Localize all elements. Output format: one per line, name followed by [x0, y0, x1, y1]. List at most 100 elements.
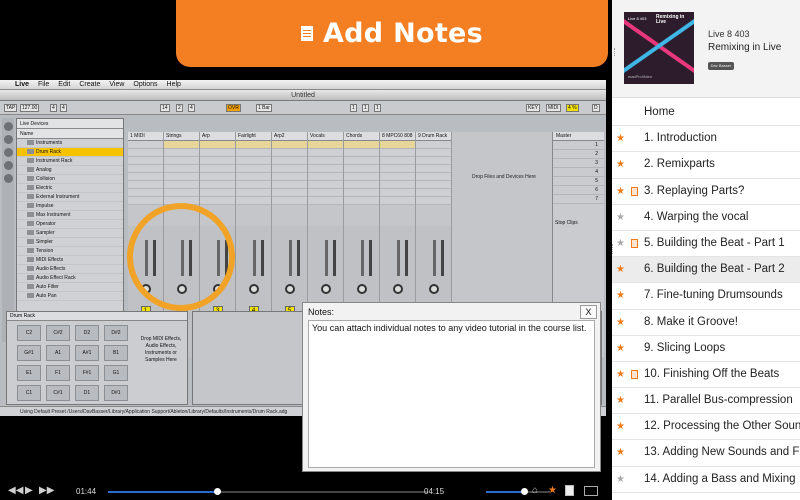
list-resize-handle[interactable] — [612, 244, 615, 254]
clip-slot — [416, 157, 451, 165]
folder-icon — [27, 230, 34, 236]
lesson-item[interactable]: ★ 9. Slicing Loops — [612, 336, 800, 362]
clip-slot — [308, 173, 343, 181]
lesson-item[interactable]: ★ 2. Remixparts — [612, 152, 800, 179]
quantize-field: 1 Bar — [256, 104, 272, 112]
browser-item-label: Tension — [36, 248, 54, 254]
folder-icon — [27, 248, 34, 254]
banner-title: Add Notes — [322, 18, 484, 49]
level-meter — [440, 240, 444, 276]
clip-slot — [308, 141, 343, 149]
resize-handle[interactable] — [614, 48, 617, 56]
browser-item: Audio Effects — [17, 265, 123, 274]
note-icon[interactable] — [631, 186, 638, 196]
clip-slot — [416, 149, 451, 157]
drum-rack-device: Drum Rack C2 C#2 D2 D#2 G#1 A1 A#1 B1 E1 F1 F#1 G1 C… — [6, 311, 188, 405]
note-icon[interactable] — [631, 238, 638, 248]
notes-close-button[interactable]: X — [580, 305, 597, 319]
lesson-item[interactable]: ★ 14. Adding a Bass and Mixing — [612, 467, 800, 493]
lesson-item[interactable]: ★ 12. Processing the Other Sounds — [612, 414, 800, 441]
star-icon[interactable]: ★ — [616, 343, 625, 354]
star-icon[interactable]: ★ — [616, 159, 625, 170]
volume-slider[interactable] — [486, 491, 550, 493]
lesson-item[interactable]: ★ 5. Building the Beat - Part 1 — [612, 231, 800, 258]
star-icon[interactable]: ★ — [616, 474, 625, 485]
seek-bar[interactable] — [108, 491, 428, 493]
clip-slot — [344, 149, 379, 157]
lesson-label: 3. Replaying Parts? — [644, 184, 745, 197]
loop-bar: 1 — [350, 104, 357, 112]
fullscreen-icon[interactable] — [584, 486, 598, 496]
sig-num: 4 — [50, 104, 57, 112]
midi-button: MIDI — [546, 104, 561, 112]
lesson-item[interactable]: ★ 13. Adding New Sounds and FX — [612, 440, 800, 467]
clip-slot — [164, 181, 199, 189]
clip-slot — [200, 157, 235, 165]
volume-knob[interactable] — [521, 488, 529, 495]
star-icon[interactable]: ★ — [616, 290, 625, 301]
scene-slot: 4 — [553, 168, 604, 177]
browser-item-label: Analog — [36, 167, 52, 173]
fast-forward-icon[interactable]: ▶▶ — [39, 486, 54, 496]
menu-edit: Edit — [58, 81, 71, 88]
drum-pad: C1 — [17, 385, 41, 401]
notes-label: Notes: — [308, 307, 335, 317]
star-icon[interactable]: ★ — [616, 264, 625, 275]
rewind-icon[interactable]: ◀◀ — [8, 486, 23, 496]
star-icon[interactable]: ★ — [616, 317, 625, 328]
drum-rack-drop-zone: Drop MIDI Effects, Audio Effects, Instru… — [140, 336, 182, 363]
volume-fader — [324, 240, 328, 276]
folder-icon — [27, 185, 34, 191]
track-header: Strings — [164, 132, 199, 141]
star-icon[interactable]: ★ — [616, 212, 625, 223]
play-icon[interactable]: ▶ — [25, 486, 33, 496]
notes-textarea[interactable]: You can attach individual notes to any v… — [308, 320, 595, 468]
lesson-item[interactable]: ★ 4. Warping the vocal — [612, 205, 800, 231]
star-icon[interactable]: ★ — [616, 238, 625, 249]
lesson-label: 7. Fine-tuning Drumsounds — [644, 289, 783, 302]
lesson-label: 2. Remixparts — [644, 158, 715, 171]
star-icon[interactable]: ★ — [616, 369, 625, 380]
clip-slot — [344, 189, 379, 197]
lesson-item[interactable]: ★ 7. Fine-tuning Drumsounds — [612, 283, 800, 310]
browser-item: Max Instrument — [17, 211, 123, 220]
clip-slot — [308, 157, 343, 165]
browser-item: Analog — [17, 166, 123, 175]
lesson-label: 4. Warping the vocal — [644, 210, 749, 223]
star-icon[interactable]: ★ — [616, 447, 625, 458]
lesson-item[interactable]: ★ 3. Replaying Parts? — [612, 179, 800, 205]
note-icon[interactable] — [565, 485, 574, 496]
scene-slot: 6 — [553, 186, 604, 195]
star-icon[interactable]: ★ — [616, 133, 625, 144]
course-panel: Live 8 403 Remixing in Live macProVideo … — [612, 0, 800, 500]
browser-item-label: Electric — [36, 185, 53, 191]
star-icon[interactable]: ★ — [548, 486, 557, 496]
browser-item: Instruments — [17, 139, 123, 148]
star-icon[interactable]: ★ — [616, 186, 625, 197]
clip-slot — [164, 157, 199, 165]
seek-knob[interactable] — [213, 488, 221, 495]
lesson-item[interactable]: ★ 6. Building the Beat - Part 2 — [612, 257, 800, 284]
volume-fader — [288, 240, 292, 276]
star-icon[interactable]: ★ — [616, 421, 625, 432]
lesson-item[interactable]: ★ 11. Parallel Bus-compression — [612, 388, 800, 415]
star-icon[interactable]: ★ — [616, 395, 625, 406]
drum-pad: G#1 — [17, 345, 41, 361]
lesson-label: 13. Adding New Sounds and FX — [644, 446, 800, 459]
drum-pad: D#2 — [104, 325, 128, 341]
drum-rack-header: Drum Rack — [7, 312, 187, 321]
clip-slot — [200, 189, 235, 197]
lesson-item[interactable]: ★ 1. Introduction — [612, 126, 800, 153]
clip-slot — [236, 181, 271, 189]
folder-icon — [27, 176, 34, 182]
lesson-item[interactable]: Home — [612, 100, 800, 127]
folder-icon — [27, 212, 34, 218]
browser-item-label: Simpler — [36, 239, 53, 245]
home-icon[interactable]: ⌂ — [532, 486, 538, 496]
clip-slot — [380, 181, 415, 189]
lesson-item[interactable]: ★ 10. Finishing Off the Beats — [612, 362, 800, 389]
lesson-item[interactable]: ★ 8. Make it Groove! — [612, 310, 800, 336]
clip-slot — [272, 181, 307, 189]
browser-item: External Instrument — [17, 193, 123, 202]
note-icon[interactable] — [631, 369, 638, 379]
